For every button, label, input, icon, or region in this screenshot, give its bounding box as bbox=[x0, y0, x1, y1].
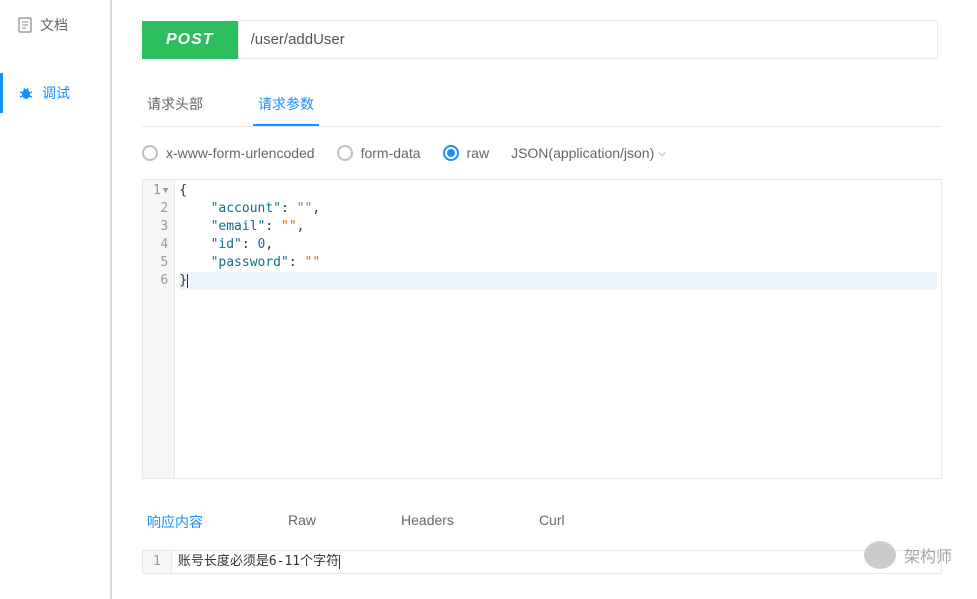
http-method-button[interactable]: POST bbox=[142, 21, 238, 59]
tab-response-raw[interactable]: Raw bbox=[283, 504, 321, 540]
content-type-label: JSON(application/json) bbox=[511, 145, 654, 161]
tab-response-curl[interactable]: Curl bbox=[534, 504, 570, 540]
chevron-down-icon: ⌵ bbox=[658, 148, 666, 159]
request-url-row: POST bbox=[142, 20, 977, 59]
sidebar-item-label: 调试 bbox=[42, 83, 70, 103]
fold-icon[interactable]: ▼ bbox=[163, 182, 168, 200]
cursor bbox=[339, 555, 340, 569]
main: POST 请求头部 请求参数 x-www-form-urlencoded for… bbox=[112, 0, 977, 599]
bug-icon bbox=[18, 86, 34, 100]
radio-icon bbox=[337, 145, 353, 161]
tab-response-content[interactable]: 响应内容 bbox=[142, 504, 208, 540]
sidebar-item-docs[interactable]: 文档 bbox=[0, 5, 110, 45]
sidebar-item-debug[interactable]: 调试 bbox=[0, 73, 110, 113]
tab-response-headers[interactable]: Headers bbox=[396, 504, 459, 540]
response-tabs: 响应内容 Raw Headers Curl bbox=[142, 504, 942, 540]
radio-label: x-www-form-urlencoded bbox=[166, 145, 315, 161]
response-gutter: 1 bbox=[143, 551, 172, 573]
radio-label: form-data bbox=[361, 145, 421, 161]
sidebar: 文档 调试 bbox=[0, 0, 112, 599]
request-body-editor[interactable]: 1▼ 2 3 4 5 6 { "account": "", "email": "… bbox=[142, 179, 942, 479]
watermark: 架构师 bbox=[864, 541, 952, 569]
radio-icon bbox=[443, 145, 459, 161]
document-icon bbox=[18, 17, 32, 33]
radio-label: raw bbox=[467, 145, 490, 161]
body-type-row: x-www-form-urlencoded form-data raw JSON… bbox=[142, 145, 977, 161]
content-type-select[interactable]: JSON(application/json) ⌵ bbox=[511, 145, 666, 161]
watermark-text: 架构师 bbox=[904, 543, 952, 567]
radio-urlencoded[interactable]: x-www-form-urlencoded bbox=[142, 145, 315, 161]
response-editor[interactable]: 1 账号长度必须是6-11个字符 bbox=[142, 550, 942, 574]
sidebar-item-label: 文档 bbox=[40, 15, 68, 35]
tab-request-params[interactable]: 请求参数 bbox=[253, 84, 319, 126]
radio-raw[interactable]: raw bbox=[443, 145, 490, 161]
radio-icon bbox=[142, 145, 158, 161]
tab-request-headers[interactable]: 请求头部 bbox=[142, 84, 208, 126]
response-code: 账号长度必须是6-11个字符 bbox=[172, 551, 941, 573]
wechat-icon bbox=[864, 541, 896, 569]
cursor bbox=[187, 274, 188, 288]
url-input[interactable] bbox=[238, 20, 938, 59]
editor-code[interactable]: { "account": "", "email": "", "id": 0, "… bbox=[175, 180, 941, 478]
radio-formdata[interactable]: form-data bbox=[337, 145, 421, 161]
editor-gutter: 1▼ 2 3 4 5 6 bbox=[143, 180, 175, 478]
request-tabs: 请求头部 请求参数 bbox=[142, 84, 942, 127]
